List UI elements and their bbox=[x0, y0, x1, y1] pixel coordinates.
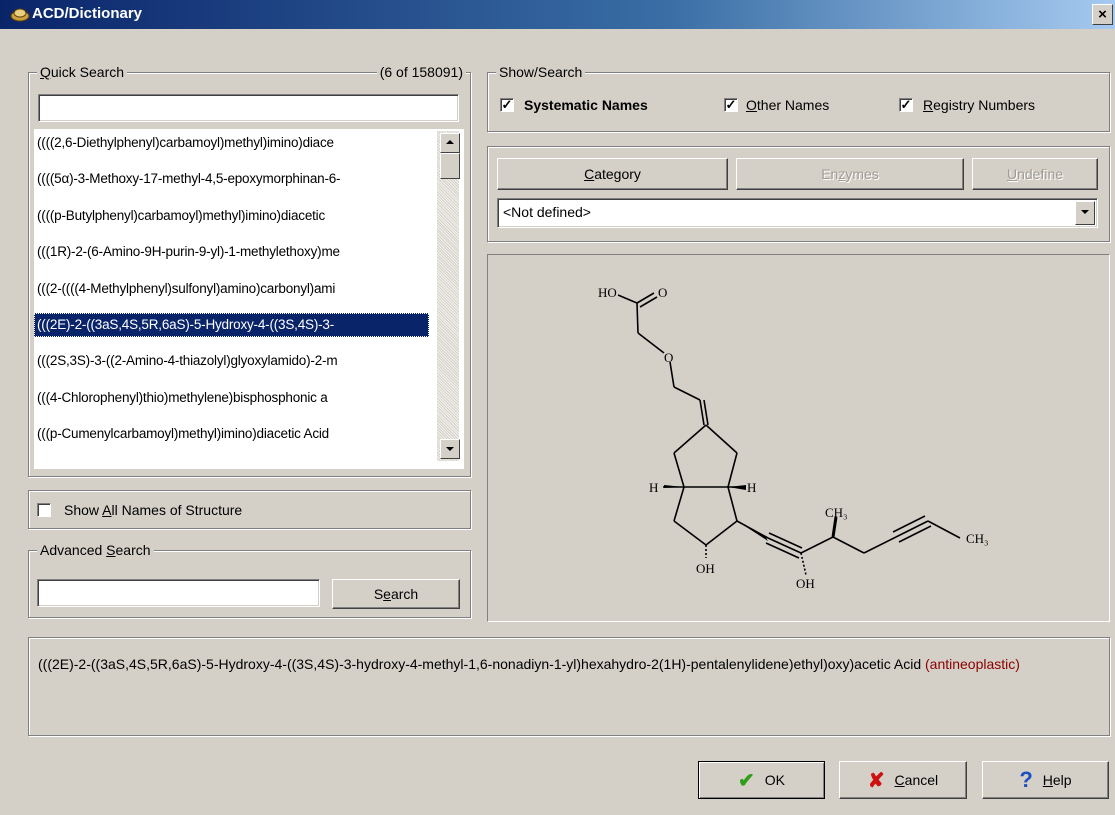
structure-panel: HO O O H H OH CH₃ CH₃ OH bbox=[487, 254, 1110, 622]
advanced-search-input[interactable] bbox=[37, 579, 320, 607]
show-search-group: Show/Search ✓ Systematic Names ✓ Other N… bbox=[487, 63, 1110, 132]
show-all-names-check[interactable] bbox=[37, 503, 51, 517]
scroll-down-button[interactable] bbox=[440, 439, 460, 459]
show-all-names-checkbox[interactable]: Show All Names of Structure bbox=[37, 502, 242, 518]
ok-button[interactable]: ✔ OK bbox=[698, 761, 825, 799]
scroll-up-button[interactable] bbox=[440, 133, 460, 153]
advanced-search-group: Advanced Search Search bbox=[28, 541, 471, 618]
checkmark-icon: ✔ bbox=[738, 770, 755, 792]
category-select[interactable]: <Not defined> bbox=[497, 198, 1098, 228]
atom-ho: HO bbox=[598, 285, 617, 300]
list-item[interactable]: (((2-((((4-Methylphenyl)sulfonyl)amino)c… bbox=[34, 277, 429, 301]
list-item[interactable]: (((4-Chlorophenyl)thio)methylene)bisphos… bbox=[34, 386, 429, 410]
x-mark-icon: ✘ bbox=[867, 770, 885, 792]
title-bar: ACD/Dictionary × bbox=[0, 0, 1115, 29]
quick-search-label: Quick Search bbox=[37, 63, 128, 81]
advanced-search-label: Advanced Search bbox=[37, 541, 154, 559]
arrow-down-icon bbox=[446, 447, 454, 451]
search-button[interactable]: Search bbox=[332, 579, 460, 609]
registry-numbers-checkbox[interactable]: ✓ Registry Numbers bbox=[899, 97, 1035, 113]
systematic-names-checkbox[interactable]: ✓ Systematic Names bbox=[500, 97, 648, 113]
structure-bonds bbox=[617, 292, 961, 576]
show-search-label: Show/Search bbox=[496, 63, 586, 81]
wedge-bond-chain bbox=[737, 521, 768, 541]
registry-numbers-check[interactable]: ✓ bbox=[899, 98, 913, 112]
systematic-names-label: Systematic Names bbox=[524, 97, 648, 113]
results-scrollbar[interactable] bbox=[437, 131, 460, 461]
category-select-value: <Not defined> bbox=[503, 204, 591, 220]
cancel-button[interactable]: ✘ Cancel bbox=[839, 761, 967, 799]
results-items: ((((2,6-Diethylphenyl)carbamoyl)methyl)i… bbox=[34, 131, 434, 461]
atom-h-left: H bbox=[649, 480, 658, 495]
other-names-check[interactable]: ✓ bbox=[724, 98, 738, 112]
description-panel: (((2E)-2-((3aS,4S,5R,6aS)-5-Hydroxy-4-((… bbox=[28, 637, 1110, 736]
compound-description: (((2E)-2-((3aS,4S,5R,6aS)-5-Hydroxy-4-((… bbox=[38, 650, 1106, 679]
show-all-names-group: Show All Names of Structure bbox=[28, 490, 471, 529]
list-item[interactable]: (((2S,3S)-3-((2-Amino-4-thiazolyl)glyoxy… bbox=[34, 349, 429, 373]
atom-oh-right: OH bbox=[796, 576, 815, 591]
list-item[interactable]: (((1R)-2-(6-Amino-9H-purin-9-yl)-1-methy… bbox=[34, 240, 429, 264]
list-item[interactable]: ((((p-Butylphenyl)carbamoyl)methyl)imino… bbox=[34, 204, 429, 228]
atom-oh-left: OH bbox=[696, 561, 715, 576]
other-names-checkbox[interactable]: ✓ Other Names bbox=[724, 97, 829, 113]
structure-atom-labels: HO O O H H OH CH₃ CH₃ OH bbox=[598, 285, 989, 591]
list-item[interactable]: ((((2,6-Diethylphenyl)carbamoyl)methyl)i… bbox=[34, 131, 429, 155]
quick-search-group: Quick Search (6 of 158091) ((((2,6-Dieth… bbox=[28, 63, 471, 477]
atom-o-carbonyl: O bbox=[658, 285, 667, 300]
atom-o-ether: O bbox=[664, 350, 673, 365]
list-item-selected[interactable]: (((2E)-2-((3aS,4S,5R,6aS)-5-Hydroxy-4-((… bbox=[34, 313, 429, 337]
chemical-structure-diagram: HO O O H H OH CH₃ CH₃ OH bbox=[598, 285, 989, 591]
chevron-down-icon bbox=[1081, 210, 1089, 214]
arrow-up-icon bbox=[446, 140, 454, 144]
help-button[interactable]: ? Help bbox=[982, 761, 1109, 799]
list-item[interactable]: ((((5α)-3-Methoxy-17-methyl-4,5-epoxymor… bbox=[34, 167, 429, 191]
undefine-button[interactable]: Undefine bbox=[972, 158, 1098, 190]
enzymes-button[interactable]: Enzymes bbox=[736, 158, 964, 190]
quick-search-count: (6 of 158091) bbox=[376, 63, 466, 81]
quick-search-results-list[interactable]: ((((2,6-Diethylphenyl)carbamoyl)methyl)i… bbox=[34, 129, 464, 469]
systematic-names-check[interactable]: ✓ bbox=[500, 98, 514, 112]
compound-category: (antineoplastic) bbox=[925, 656, 1020, 672]
category-dropdown-button[interactable] bbox=[1075, 201, 1095, 225]
close-button[interactable]: × bbox=[1092, 4, 1113, 25]
registry-numbers-label: Registry Numbers bbox=[923, 97, 1036, 113]
window-title: ACD/Dictionary bbox=[32, 5, 143, 22]
quick-search-input[interactable] bbox=[38, 94, 459, 122]
other-names-label: Other Names bbox=[746, 97, 830, 113]
question-mark-icon: ? bbox=[1019, 767, 1033, 792]
atom-ch3-methyl: CH₃ bbox=[825, 505, 848, 520]
category-button[interactable]: Category bbox=[497, 158, 728, 190]
scroll-thumb[interactable] bbox=[440, 153, 460, 179]
list-item[interactable]: (((p-Cumenylcarbamoyl)methyl)imino)diace… bbox=[34, 422, 429, 446]
atom-ch3-end: CH₃ bbox=[966, 531, 989, 546]
category-group: Category Enzymes Undefine <Not defined> bbox=[487, 146, 1110, 242]
close-icon: × bbox=[1098, 6, 1107, 23]
show-all-names-label: Show All Names of Structure bbox=[64, 502, 243, 518]
compound-name: (((2E)-2-((3aS,4S,5R,6aS)-5-Hydroxy-4-((… bbox=[38, 656, 922, 672]
acd-dictionary-app-icon bbox=[10, 8, 30, 22]
atom-h-right: H bbox=[747, 480, 756, 495]
